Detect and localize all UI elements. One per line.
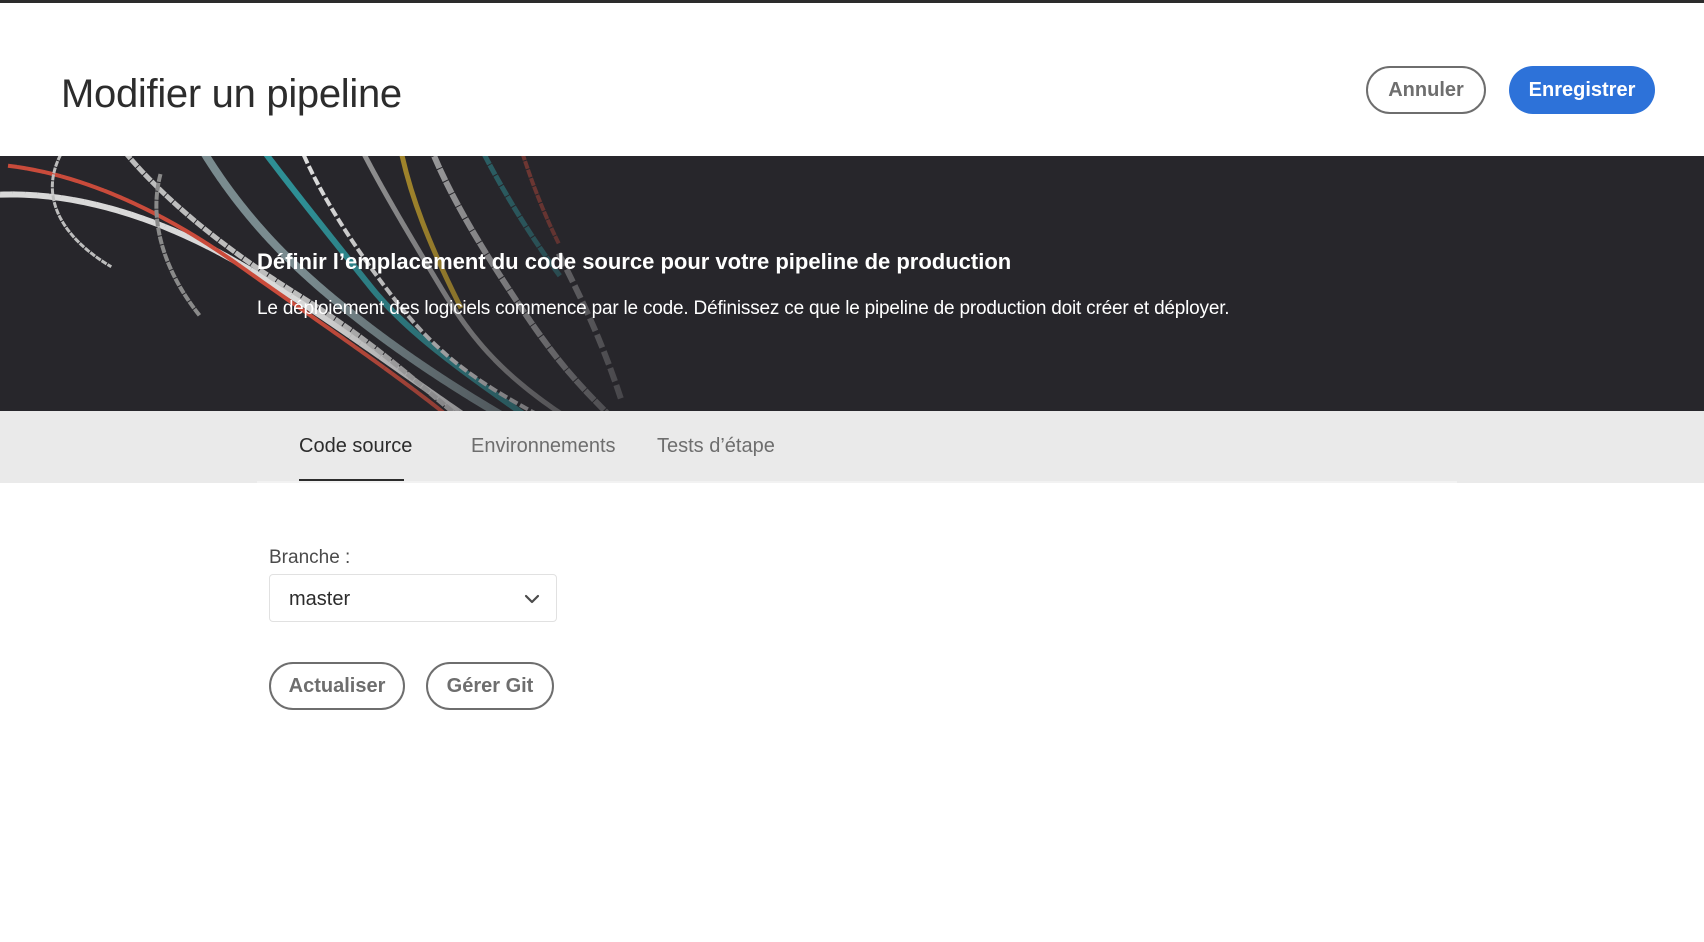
hero-title: Définir l’emplacement du code source pou… — [257, 249, 1012, 274]
tab-code-source[interactable]: Code source — [299, 435, 412, 458]
tab-divider — [257, 481, 1457, 483]
chevron-down-icon — [524, 594, 540, 604]
page-header: Modifier un pipeline Annuler Enregistrer — [0, 3, 1704, 156]
branch-select[interactable]: master — [269, 574, 557, 622]
cancel-button[interactable]: Annuler — [1366, 66, 1486, 114]
hero-banner: Définir l’emplacement du code source pou… — [0, 156, 1704, 411]
hero-decoration-image — [0, 156, 700, 411]
save-button[interactable]: Enregistrer — [1509, 66, 1655, 114]
page-title: Modifier un pipeline — [61, 72, 402, 116]
tab-tests-etape[interactable]: Tests d’étape — [657, 435, 775, 458]
tab-bar: Code source Environnements Tests d’étape — [0, 411, 1704, 483]
manage-git-button[interactable]: Gérer Git — [426, 662, 554, 710]
hero-description: Le déploiement des logiciels commence pa… — [257, 298, 1230, 319]
refresh-button[interactable]: Actualiser — [269, 662, 405, 710]
branch-label: Branche : — [269, 547, 351, 568]
branch-select-value: master — [289, 588, 351, 610]
tab-environnements[interactable]: Environnements — [471, 435, 616, 458]
